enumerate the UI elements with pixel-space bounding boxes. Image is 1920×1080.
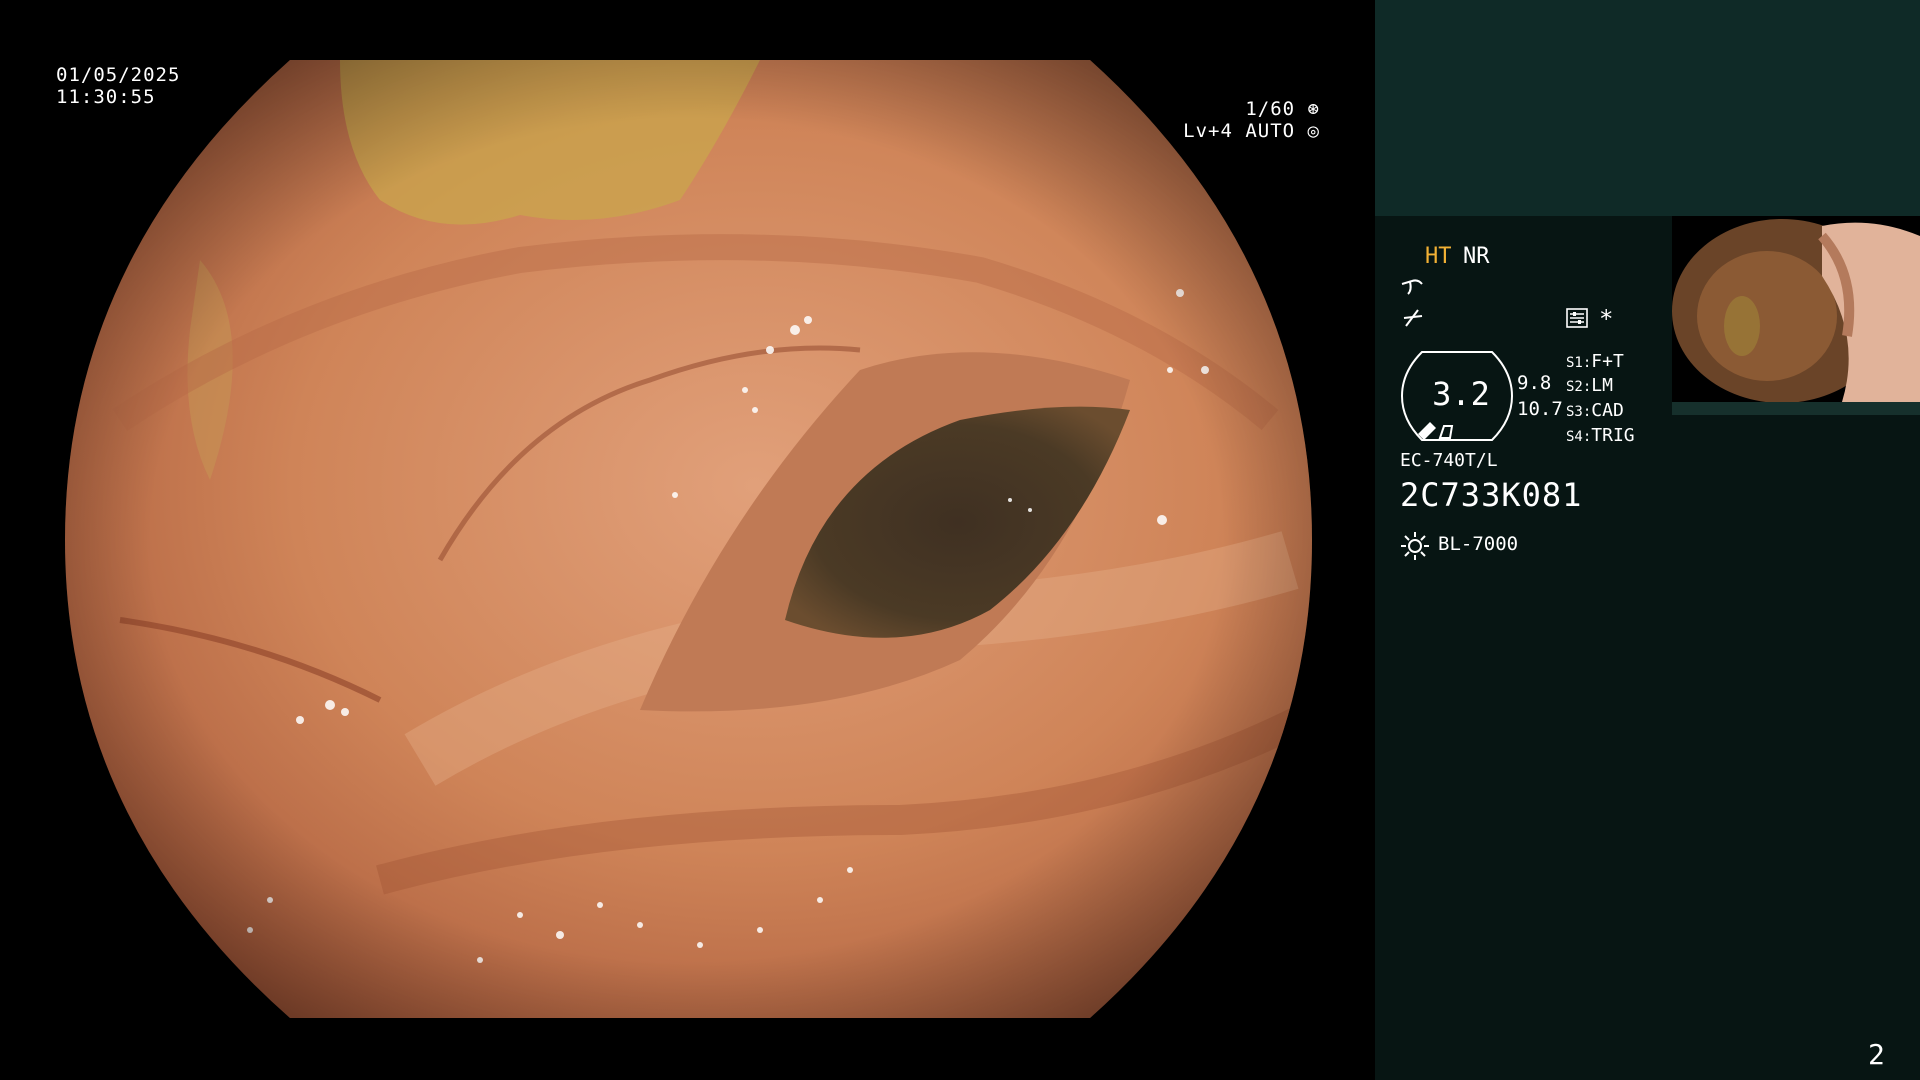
slot-value: F+T	[1591, 351, 1624, 372]
date-text: 01/05/2025	[56, 64, 181, 86]
page-number: 2	[1868, 1038, 1885, 1071]
switch-slot-4: S4:TRIG	[1566, 424, 1635, 449]
auto-iris-icon: ◎	[1307, 120, 1320, 142]
light-source-label: BL-7000	[1438, 533, 1519, 555]
capture-thumbnail[interactable]	[1672, 216, 1920, 402]
mucosa-image	[65, 60, 1312, 1018]
thumbnail-image	[1672, 216, 1920, 402]
thumbnail-status-bar	[1672, 402, 1920, 415]
zoom-sub-value-1: 9.8	[1517, 372, 1552, 394]
mode-ht-label: HT	[1425, 244, 1452, 269]
flag-icon	[1438, 425, 1454, 439]
slot-key: S1:	[1566, 355, 1592, 371]
slot-value: CAD	[1591, 400, 1624, 421]
switch-slot-1: S1:F+T	[1566, 350, 1624, 375]
shutter-text: 1/60	[1245, 98, 1296, 120]
slot-key: S2:	[1566, 379, 1592, 395]
switch-slot-3: S3:CAD	[1566, 399, 1624, 424]
panel-header	[1375, 0, 1920, 216]
slot-key: S3:	[1566, 404, 1592, 420]
star-icon: *	[1599, 305, 1614, 333]
light-source-icon	[1401, 532, 1429, 560]
settings-icon	[1566, 308, 1588, 328]
level-text: Lv+4 AUTO	[1183, 120, 1296, 142]
wave-icon	[1401, 279, 1423, 295]
mode-nr-label: NR	[1463, 244, 1490, 269]
switch-slot-2: S2:LM	[1566, 374, 1613, 399]
datetime-readout: 01/05/2025 11:30:55	[56, 64, 180, 108]
enhance-icon	[1403, 309, 1423, 327]
slot-key: S4:	[1566, 429, 1592, 445]
shutter-icon: ⊛	[1307, 98, 1320, 120]
endoscope-view	[0, 0, 1373, 1080]
scope-model: EC-740T/L	[1400, 450, 1498, 471]
slot-value: LM	[1591, 375, 1613, 396]
time-text: 11:30:55	[56, 86, 156, 108]
exposure-readout: 1/60 ⊛ Lv+4 AUTO ◎	[1140, 98, 1320, 142]
zoom-value: 3.2	[1432, 375, 1490, 413]
zoom-sub-value-2: 10.7	[1517, 398, 1563, 420]
slot-value: TRIG	[1591, 425, 1635, 446]
scope-serial: 2C733K081	[1400, 476, 1583, 514]
